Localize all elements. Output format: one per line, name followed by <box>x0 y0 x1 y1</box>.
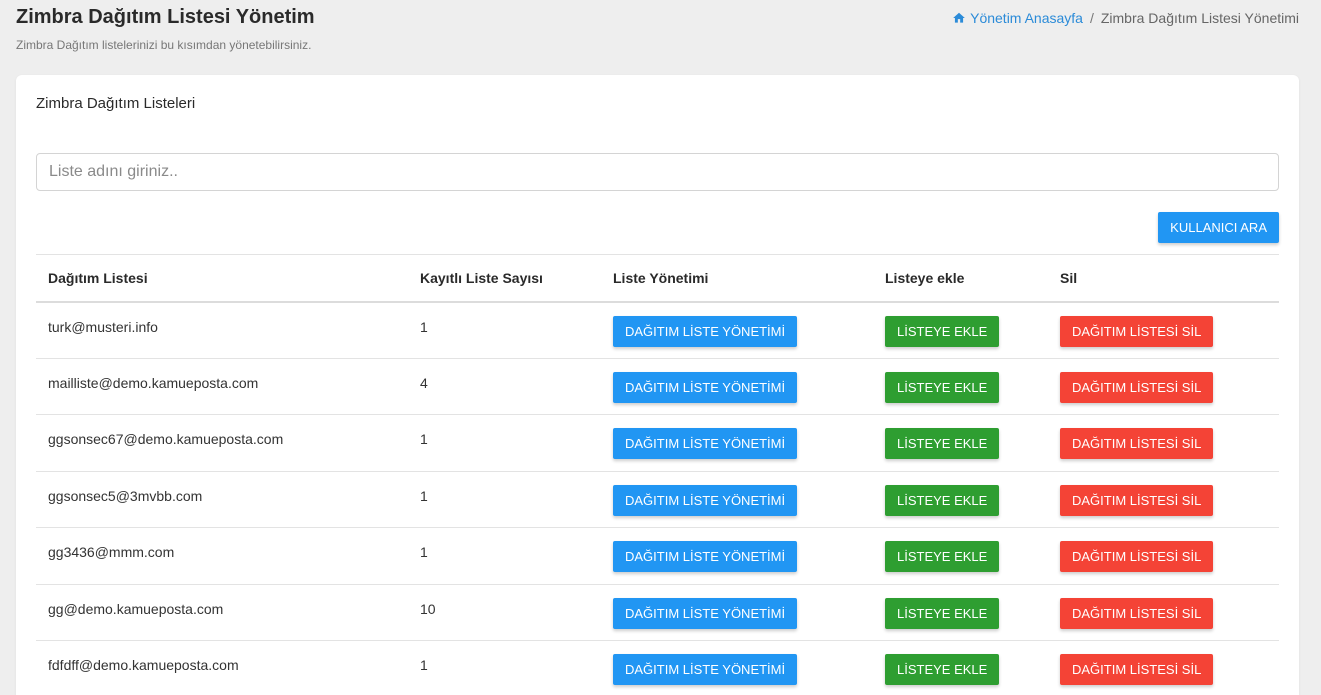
cell-list-count: 1 <box>408 414 601 472</box>
cell-list-count: 1 <box>408 640 601 695</box>
distribution-lists-card: Zimbra Dağıtım Listeleri KULLANICI ARA D… <box>16 75 1299 695</box>
cell-add: LİSTEYE EKLE <box>873 640 1048 695</box>
distribution-lists-table: Dağıtım Listesi Kayıtlı Liste Sayısı Lis… <box>36 254 1279 695</box>
manage-list-button[interactable]: DAĞITIM LİSTE YÖNETİMİ <box>613 654 798 685</box>
delete-list-button[interactable]: DAĞITIM LİSTESİ SİL <box>1060 484 1214 516</box>
add-to-list-button[interactable]: LİSTEYE EKLE <box>885 597 1000 629</box>
cell-add: LİSTEYE EKLE <box>873 471 1048 528</box>
cell-list-name: gg@demo.kamueposta.com <box>36 584 408 641</box>
list-search-input[interactable] <box>36 153 1279 191</box>
add-to-list-button[interactable]: LİSTEYE EKLE <box>885 371 1000 403</box>
column-header-list: Dağıtım Listesi <box>36 254 408 303</box>
card-title: Zimbra Dağıtım Listeleri <box>36 95 196 112</box>
cell-manage: DAĞITIM LİSTE YÖNETİMİ <box>601 527 873 585</box>
manage-list-button[interactable]: DAĞITIM LİSTE YÖNETİMİ <box>613 484 798 516</box>
column-header-delete: Sil <box>1048 254 1279 303</box>
cell-delete: DAĞITIM LİSTESİ SİL <box>1048 471 1279 528</box>
cell-add: LİSTEYE EKLE <box>873 527 1048 585</box>
add-to-list-button[interactable]: LİSTEYE EKLE <box>885 484 1000 516</box>
cell-list-name: ggsonsec5@3mvbb.com <box>36 471 408 528</box>
cell-list-count: 1 <box>408 471 601 528</box>
search-user-button[interactable]: KULLANICI ARA <box>1158 212 1279 243</box>
cell-list-name: ggsonsec67@demo.kamueposta.com <box>36 414 408 472</box>
add-to-list-button[interactable]: LİSTEYE EKLE <box>885 428 1000 459</box>
cell-manage: DAĞITIM LİSTE YÖNETİMİ <box>601 414 873 472</box>
cell-add: LİSTEYE EKLE <box>873 358 1048 415</box>
table-header-row: Dağıtım Listesi Kayıtlı Liste Sayısı Lis… <box>36 254 1279 303</box>
cell-list-count: 10 <box>408 584 601 641</box>
cell-manage: DAĞITIM LİSTE YÖNETİMİ <box>601 301 873 359</box>
breadcrumb: Yönetim Anasayfa / Zimbra Dağıtım Listes… <box>952 10 1299 26</box>
page-subtitle: Zimbra Dağıtım listelerinizi bu kısımdan… <box>16 38 312 52</box>
manage-list-button[interactable]: DAĞITIM LİSTE YÖNETİMİ <box>613 541 798 572</box>
table-body: turk@musteri.info 1 DAĞITIM LİSTE YÖNETİMİ… <box>36 301 1279 695</box>
cell-delete: DAĞITIM LİSTESİ SİL <box>1048 358 1279 415</box>
manage-list-button[interactable]: DAĞITIM LİSTE YÖNETİMİ <box>613 315 798 347</box>
add-to-list-button[interactable]: LİSTEYE EKLE <box>885 315 1000 347</box>
manage-list-button[interactable]: DAĞITIM LİSTE YÖNETİMİ <box>613 371 798 403</box>
column-header-add: Listeye ekle <box>873 254 1048 303</box>
cell-add: LİSTEYE EKLE <box>873 584 1048 641</box>
delete-list-button[interactable]: DAĞITIM LİSTESİ SİL <box>1060 597 1214 629</box>
table-row: turk@musteri.info 1 DAĞITIM LİSTE YÖNETİMİ… <box>36 301 1279 359</box>
breadcrumb-separator: / <box>1089 10 1094 26</box>
breadcrumb-home-link[interactable]: Yönetim Anasayfa <box>952 10 1083 26</box>
table-row: ggsonsec5@3mvbb.com 1 DAĞITIM LİSTE YÖNETİ… <box>36 471 1279 528</box>
cell-add: LİSTEYE EKLE <box>873 301 1048 359</box>
cell-add: LİSTEYE EKLE <box>873 414 1048 472</box>
delete-list-button[interactable]: DAĞITIM LİSTESİ SİL <box>1060 315 1214 347</box>
column-header-manage: Liste Yönetimi <box>601 254 873 303</box>
breadcrumb-current: Zimbra Dağıtım Listesi Yönetimi <box>1100 10 1299 26</box>
table-row: gg@demo.kamueposta.com 10 DAĞITIM LİSTE YÖ… <box>36 584 1279 641</box>
table-row: mailliste@demo.kamueposta.com 4 DAĞITIM Lİ… <box>36 358 1279 415</box>
cell-delete: DAĞITIM LİSTESİ SİL <box>1048 640 1279 695</box>
delete-list-button[interactable]: DAĞITIM LİSTESİ SİL <box>1060 428 1214 459</box>
add-to-list-button[interactable]: LİSTEYE EKLE <box>885 541 1000 572</box>
cell-delete: DAĞITIM LİSTESİ SİL <box>1048 414 1279 472</box>
cell-manage: DAĞITIM LİSTE YÖNETİMİ <box>601 584 873 641</box>
cell-list-name: mailliste@demo.kamueposta.com <box>36 358 408 415</box>
cell-list-name: turk@musteri.info <box>36 301 408 359</box>
page-header: Zimbra Dağıtım Listesi Yönetim Zimbra Da… <box>16 6 1301 66</box>
table-row: ggsonsec67@demo.kamueposta.com 1 DAĞITIM L… <box>36 414 1279 472</box>
column-header-count: Kayıtlı Liste Sayısı <box>408 254 601 303</box>
table-row: gg3436@mmm.com 1 DAĞITIM LİSTE YÖNETİMİ LİS… <box>36 527 1279 585</box>
manage-list-button[interactable]: DAĞITIM LİSTE YÖNETİMİ <box>613 597 798 629</box>
table-row: fdfdff@demo.kamueposta.com 1 DAĞITIM LİSTE… <box>36 640 1279 695</box>
delete-list-button[interactable]: DAĞITIM LİSTESİ SİL <box>1060 654 1214 685</box>
cell-list-count: 1 <box>408 527 601 585</box>
cell-list-name: fdfdff@demo.kamueposta.com <box>36 640 408 695</box>
cell-manage: DAĞITIM LİSTE YÖNETİMİ <box>601 640 873 695</box>
cell-list-name: gg3436@mmm.com <box>36 527 408 585</box>
manage-list-button[interactable]: DAĞITIM LİSTE YÖNETİMİ <box>613 428 798 459</box>
cell-list-count: 4 <box>408 358 601 415</box>
delete-list-button[interactable]: DAĞITIM LİSTESİ SİL <box>1060 371 1214 403</box>
delete-list-button[interactable]: DAĞITIM LİSTESİ SİL <box>1060 541 1214 572</box>
cell-list-count: 1 <box>408 301 601 359</box>
home-icon <box>952 11 966 25</box>
cell-delete: DAĞITIM LİSTESİ SİL <box>1048 301 1279 359</box>
cell-manage: DAĞITIM LİSTE YÖNETİMİ <box>601 471 873 528</box>
cell-delete: DAĞITIM LİSTESİ SİL <box>1048 527 1279 585</box>
cell-delete: DAĞITIM LİSTESİ SİL <box>1048 584 1279 641</box>
cell-manage: DAĞITIM LİSTE YÖNETİMİ <box>601 358 873 415</box>
breadcrumb-home-label: Yönetim Anasayfa <box>970 10 1083 26</box>
add-to-list-button[interactable]: LİSTEYE EKLE <box>885 654 1000 685</box>
